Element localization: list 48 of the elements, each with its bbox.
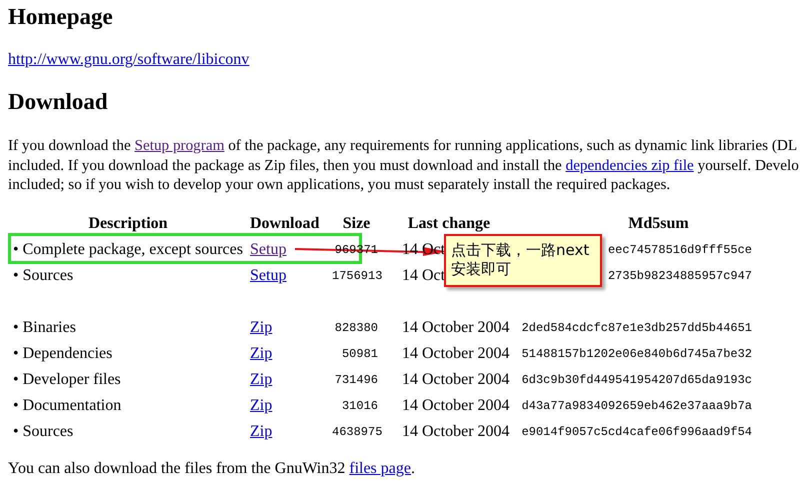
md5-cell: 2735b98234885957c947 <box>608 268 752 282</box>
date-cell: 14 October 2004 <box>402 370 510 388</box>
link[interactable]: dependencies zip file <box>566 156 694 174</box>
download-link[interactable]: Zip <box>250 422 272 440</box>
size-cell: 31016 <box>342 398 378 412</box>
paragraph: You can also download the files from the GnuWin32 files page. <box>8 458 416 478</box>
section-heading: Download <box>8 88 109 116</box>
size-cell: 731496 <box>334 372 378 386</box>
download-link[interactable]: Setup <box>250 240 286 258</box>
callout-text: 安装即可 <box>451 260 512 279</box>
download-link[interactable]: Setup <box>250 266 286 284</box>
column-header: Description <box>88 214 168 232</box>
column-header: Last change <box>408 214 490 232</box>
column-header: Size <box>342 214 370 232</box>
description-cell: • Sources <box>13 422 74 440</box>
column-header: Md5sum <box>628 214 689 232</box>
homepage-link[interactable]: http://www.gnu.org/software/libiconv <box>8 51 250 68</box>
link[interactable]: files page <box>349 460 411 476</box>
callout-text: 点击下载，一路next <box>451 241 590 260</box>
size-cell: 4638975 <box>332 424 382 438</box>
date-cell: 14 October 2004 <box>402 422 510 440</box>
md5-cell: 51488157b1202e06e840b6d745a7be32 <box>522 346 752 360</box>
description-cell: • Complete package, except sources <box>13 240 243 258</box>
date-cell: 14 Oct <box>402 266 446 284</box>
download-link[interactable]: Zip <box>250 318 272 336</box>
column-header: Download <box>250 214 320 232</box>
md5-cell: d43a77a9834092659eb462e37aaa9b7a <box>522 398 752 412</box>
section-heading: Homepage <box>8 3 114 31</box>
description-cell: • Dependencies <box>13 344 112 362</box>
size-cell: 828380 <box>334 320 378 334</box>
date-cell: 14 October 2004 <box>402 396 510 414</box>
md5-cell: e9014f9057c5cd4cafe06f996aad9f54 <box>522 424 752 438</box>
description-cell: • Binaries <box>13 318 76 336</box>
description-cell: • Sources <box>13 266 74 284</box>
md5-cell: eec74578516d9fff55ce <box>608 242 752 256</box>
date-cell: 14 October 2004 <box>402 318 510 336</box>
link[interactable]: Setup program <box>134 137 224 154</box>
date-cell: 14 October 2004 <box>402 344 510 362</box>
download-link[interactable]: Zip <box>250 344 272 362</box>
description-cell: • Documentation <box>13 396 122 414</box>
md5-cell: 2ded584cdcfc87e1e3db257dd5b44651 <box>522 320 752 334</box>
md5-cell: 6d3c9b30fd449541954207d65da9193c <box>522 372 752 386</box>
download-link[interactable]: Zip <box>250 370 272 388</box>
paragraph: If you download the Setup program of the package, any requirements for running applications, such as dynamic link libraries (DL included. If you download the package as Zip files, then you must download and install the dependencies zip file yourself. Develo included; so if you wish to develop your own applications, you must separately install the required packages. <box>8 136 800 194</box>
download-link[interactable]: Zip <box>250 396 272 414</box>
description-cell: • Developer files <box>13 370 121 388</box>
size-cell: 1756913 <box>332 268 382 282</box>
size-cell: 50981 <box>342 346 378 360</box>
